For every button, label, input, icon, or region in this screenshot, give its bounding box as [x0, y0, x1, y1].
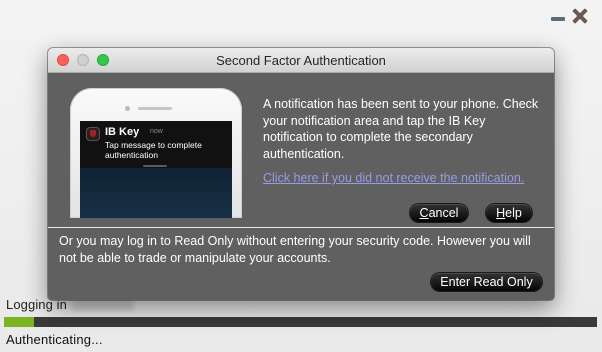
dialog-title: Second Factor Authentication — [216, 53, 386, 68]
notification-handle — [143, 165, 167, 167]
second-factor-dialog: Second Factor Authentication IB Key now … — [48, 48, 554, 300]
notification-app-name: IB Key — [105, 126, 140, 138]
cancel-mnemonic: C — [419, 206, 429, 220]
enter-read-only-button[interactable]: Enter Read Only — [431, 273, 542, 291]
phone-camera — [125, 106, 130, 111]
phone-screen: IB Key now Tap message to complete authe… — [80, 121, 232, 218]
window-controls — [550, 6, 590, 26]
phone-speaker — [138, 107, 172, 110]
phone-illustration: IB Key now Tap message to complete authe… — [70, 88, 242, 218]
notification-instructions: A notification has been sent to your pho… — [263, 97, 539, 161]
notification-message: Tap message to complete authentication — [105, 140, 202, 160]
blurred-username — [72, 299, 134, 311]
help-label-rest: elp — [505, 206, 522, 220]
section-divider — [48, 227, 554, 228]
notification-time: now — [150, 128, 163, 135]
login-progress-bar — [4, 317, 597, 327]
phone-notification: IB Key now Tap message to complete authe… — [80, 122, 232, 168]
cancel-button[interactable]: Cancel — [410, 204, 468, 222]
resend-notification-link[interactable]: Click here if you did not receive the no… — [263, 171, 524, 185]
cancel-label-rest: ancel — [428, 206, 459, 220]
minimize-icon[interactable] — [550, 8, 566, 24]
close-icon[interactable] — [570, 6, 590, 26]
status-text: Authenticating... — [6, 332, 103, 347]
read-only-explanation: Or you may log in to Read Only without e… — [59, 234, 531, 265]
dialog-titlebar: Second Factor Authentication — [48, 48, 554, 73]
help-mnemonic: H — [496, 206, 506, 220]
help-button[interactable]: Help — [486, 204, 532, 222]
ib-key-app-icon — [87, 128, 99, 140]
progress-fill — [4, 317, 34, 327]
